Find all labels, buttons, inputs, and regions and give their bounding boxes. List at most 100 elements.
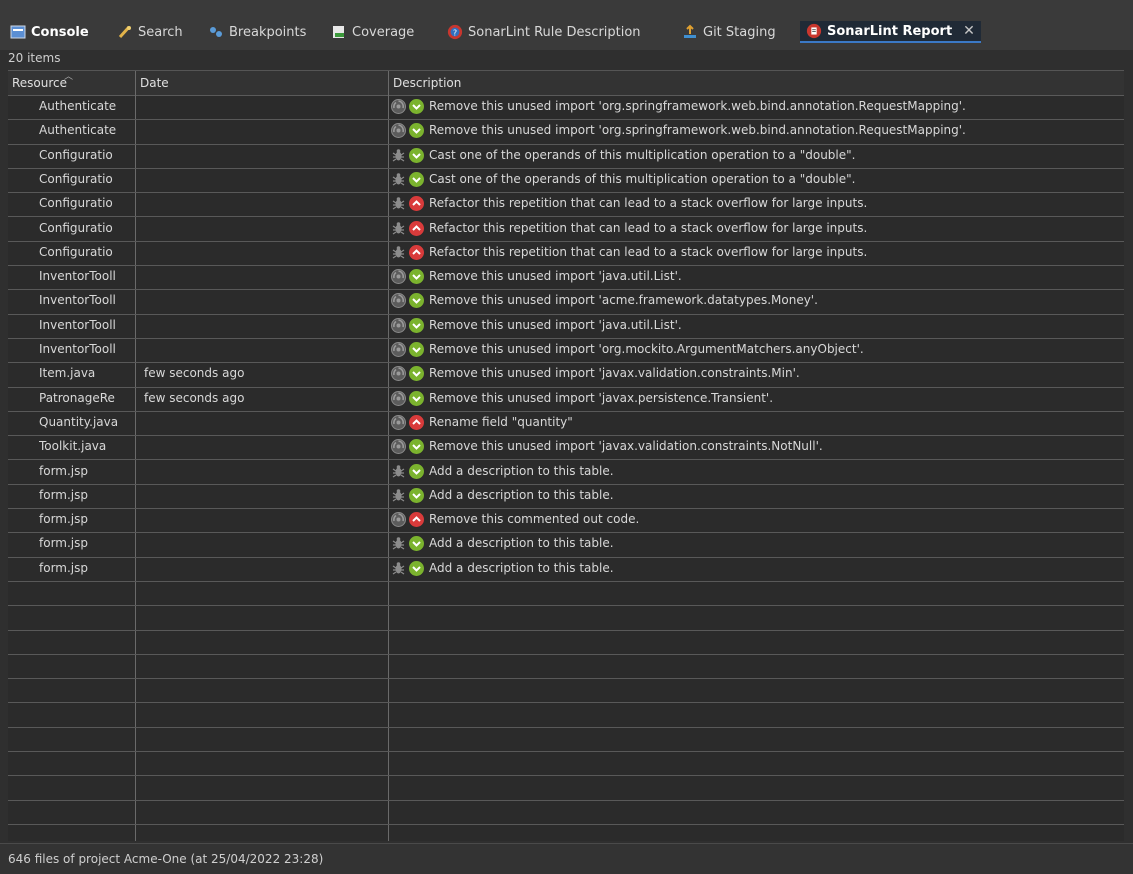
status-text: 646 files of project Acme-One (at 25/04/… — [8, 852, 324, 866]
severity-major-icon — [409, 196, 424, 212]
description-cell: Refactor this repetition that can lead t… — [391, 242, 1121, 263]
table-row — [8, 752, 1124, 777]
tab-breakpoints[interactable]: Breakpoints — [208, 21, 306, 43]
date-cell — [144, 193, 384, 214]
code-smell-icon — [391, 269, 406, 285]
severity-minor-icon — [409, 366, 424, 382]
table-row[interactable]: form.jsp Add a description to this table. — [8, 533, 1124, 558]
tab-sonarlint-rule-description[interactable]: ? SonarLint Rule Description — [447, 21, 641, 43]
severity-minor-icon — [409, 123, 424, 139]
severity-minor-icon — [409, 439, 424, 455]
coverage-icon — [331, 24, 347, 40]
table-row[interactable]: form.jsp Add a description to this table. — [8, 485, 1124, 510]
issue-description: Add a description to this table. — [429, 536, 614, 551]
tab-label: SonarLint Rule Description — [468, 24, 641, 40]
table-row[interactable]: InventorTooll Remove this unused import '… — [8, 290, 1124, 315]
bug-icon — [391, 245, 406, 260]
date-cell — [144, 533, 384, 554]
issue-description: Remove this unused import 'javax.validat… — [429, 439, 823, 454]
date-cell — [144, 145, 384, 166]
severity-minor-icon — [409, 342, 424, 357]
issue-description: Remove this unused import 'acme.framewor… — [429, 293, 818, 308]
bug-icon — [391, 196, 406, 211]
issues-table: ︿ Resource Date Description Authenticate… — [8, 70, 1124, 874]
tab-coverage[interactable]: Coverage — [331, 21, 414, 43]
svg-text:?: ? — [453, 29, 457, 38]
code-smell-icon — [391, 123, 406, 139]
date-cell — [144, 315, 384, 336]
table-row[interactable]: Toolkit.java Remove this unused import 'j… — [8, 436, 1124, 461]
resource-cell: InventorTooll — [39, 342, 116, 356]
description-cell: Add a description to this table. — [391, 533, 1121, 554]
resource-cell: Quantity.java — [39, 414, 119, 429]
severity-minor-icon — [409, 317, 424, 333]
table-row[interactable]: Configuratio Cast one of the operands of … — [8, 145, 1124, 169]
description-cell: Remove this unused import 'org.mockito.A… — [391, 339, 1121, 360]
close-icon[interactable]: ✕ — [963, 23, 975, 39]
date-cell — [144, 339, 384, 360]
date-cell — [144, 242, 384, 263]
tab-sonarlint-report[interactable]: SonarLint Report ✕ — [800, 21, 981, 43]
column-header-date[interactable]: Date — [136, 71, 388, 95]
table-row[interactable]: form.jsp Remove this commented out code. — [8, 509, 1124, 534]
severity-major-icon — [409, 220, 424, 236]
tab-console[interactable]: Console — [10, 21, 89, 43]
date-cell — [144, 290, 384, 311]
table-row[interactable]: form.jsp Add a description to this table. — [8, 461, 1124, 485]
date-cell: few seconds ago — [144, 390, 245, 405]
resource-cell: form.jsp — [39, 536, 88, 551]
table-row — [8, 582, 1124, 607]
date-cell — [144, 436, 384, 457]
table-row[interactable]: Configuratio Refactor this repetition tha… — [8, 218, 1124, 242]
severity-minor-icon — [409, 99, 424, 114]
sonarlint-report-icon — [806, 23, 822, 39]
column-header-description[interactable]: Description — [389, 71, 1124, 95]
description-cell: Cast one of the operands of this multipl… — [391, 145, 1121, 166]
date-cell — [144, 120, 384, 141]
resource-cell: Configuratio — [39, 244, 113, 259]
date-cell — [144, 266, 384, 287]
issue-description: Remove this unused import 'java.util.Lis… — [429, 317, 682, 332]
resource-cell: InventorTooll — [39, 269, 116, 284]
table-row[interactable]: InventorTooll Remove this unused import '… — [8, 339, 1124, 364]
issue-description: Cast one of the operands of this multipl… — [429, 171, 856, 186]
severity-minor-icon — [409, 293, 424, 309]
table-row[interactable]: Configuratio Refactor this repetition tha… — [8, 242, 1124, 267]
resource-cell: Toolkit.java — [39, 439, 107, 454]
tab-git-staging[interactable]: Git Staging — [682, 21, 776, 43]
table-row[interactable]: InventorTooll Remove this unused import '… — [8, 315, 1124, 339]
table-row[interactable]: InventorTooll Remove this unused import '… — [8, 266, 1124, 291]
severity-major-icon — [409, 414, 424, 430]
tab-label: Search — [138, 24, 183, 40]
code-smell-icon — [391, 390, 406, 406]
date-cell — [144, 412, 384, 433]
column-header-resource[interactable]: ︿ Resource — [8, 71, 135, 95]
code-smell-icon — [391, 414, 406, 430]
description-cell: Remove this commented out code. — [391, 509, 1121, 530]
resource-cell: Authenticate — [39, 99, 117, 113]
severity-minor-icon — [409, 171, 424, 187]
code-smell-icon — [391, 317, 406, 333]
table-row[interactable]: Authenticate Remove this unused import 'o… — [8, 96, 1124, 121]
git-staging-icon — [682, 24, 698, 40]
table-row[interactable]: PatronageRe few seconds ago Remove this un… — [8, 388, 1124, 412]
sort-ascending-icon: ︿ — [64, 72, 74, 82]
date-cell: few seconds ago — [144, 366, 245, 381]
issue-description: Remove this unused import 'org.springfra… — [429, 123, 966, 138]
table-row[interactable]: Configuratio Refactor this repetition tha… — [8, 193, 1124, 218]
issue-description: Add a description to this table. — [429, 487, 614, 502]
issue-description: Refactor this repetition that can lead t… — [429, 220, 868, 235]
date-cell — [144, 558, 384, 579]
table-row[interactable]: Item.java few seconds ago Remove this unus… — [8, 363, 1124, 388]
tab-search[interactable]: Search — [117, 21, 183, 43]
sonarlint-rule-icon: ? — [447, 24, 463, 40]
issue-description: Remove this unused import 'org.mockito.A… — [429, 342, 864, 356]
bug-icon — [391, 172, 406, 187]
description-cell: Remove this unused import 'javax.persist… — [391, 388, 1121, 409]
table-row[interactable]: Configuratio Cast one of the operands of … — [8, 169, 1124, 194]
table-row[interactable]: Authenticate Remove this unused import 'o… — [8, 120, 1124, 145]
table-row[interactable]: Quantity.java Rename field "quantity" — [8, 412, 1124, 437]
table-row[interactable]: form.jsp Add a description to this table. — [8, 558, 1124, 582]
severity-minor-icon — [409, 463, 424, 479]
resource-cell: Configuratio — [39, 196, 113, 211]
